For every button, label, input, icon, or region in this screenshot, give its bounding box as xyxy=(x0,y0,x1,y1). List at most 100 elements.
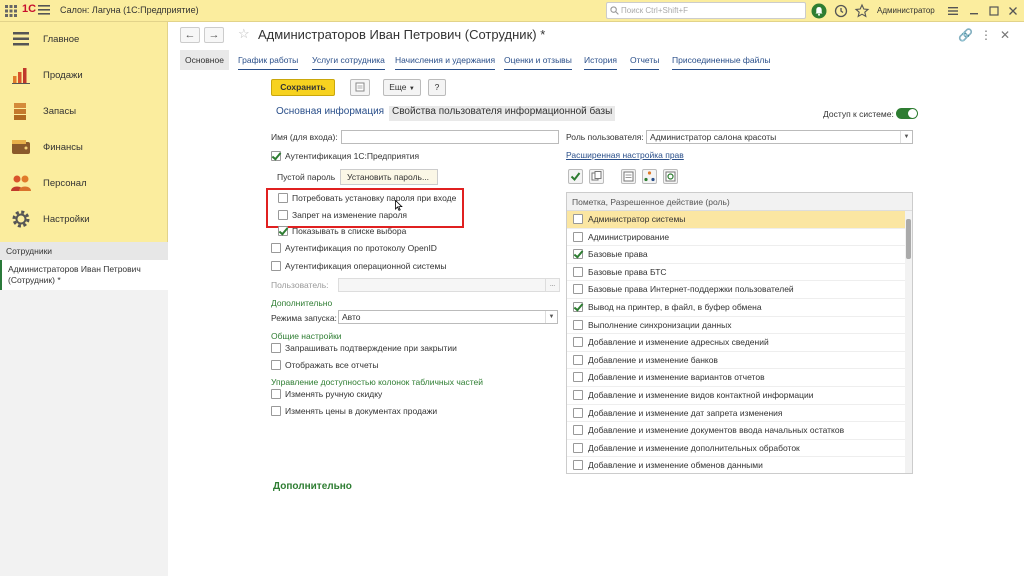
table-row[interactable]: Добавление и изменение документов ввода … xyxy=(567,422,905,440)
general-settings-title: Общие настройки xyxy=(271,331,342,341)
menu-lines-icon xyxy=(13,32,29,46)
check-all-button[interactable] xyxy=(568,169,583,184)
refresh-button[interactable] xyxy=(663,169,678,184)
list-button[interactable] xyxy=(621,169,636,184)
more-vertical-icon[interactable]: ⋮ xyxy=(980,28,992,42)
row-checkbox[interactable] xyxy=(573,249,583,260)
auth-openid-checkbox[interactable] xyxy=(271,243,281,253)
table-row[interactable]: Выполнение синхронизации данных xyxy=(567,317,905,335)
sidebar-item-finance[interactable]: Финансы xyxy=(0,130,168,164)
change-prices-checkbox[interactable] xyxy=(271,406,281,416)
require-password-checkbox[interactable] xyxy=(278,193,288,203)
restore-icon[interactable] xyxy=(986,3,1002,19)
table-row[interactable]: Базовые права Интернет-поддержки пользов… xyxy=(567,281,905,299)
auth-os-checkbox[interactable] xyxy=(271,261,281,271)
close-document-icon[interactable]: ✕ xyxy=(1000,28,1010,42)
hamburger-menu-icon[interactable] xyxy=(38,5,50,15)
table-row[interactable]: Добавление и изменение адресных сведений xyxy=(567,334,905,352)
auth-1c-checkbox[interactable] xyxy=(271,151,281,161)
login-input[interactable] xyxy=(341,130,559,144)
table-row[interactable]: Вывод на принтер, в файл, в буфер обмена xyxy=(567,299,905,317)
minimize-icon[interactable] xyxy=(966,3,982,19)
forward-button[interactable]: → xyxy=(204,27,224,43)
tab-services[interactable]: Услуги сотрудника xyxy=(312,50,385,70)
open-document-item[interactable]: Администраторов Иван Петрович (Сотрудник… xyxy=(0,260,168,290)
access-toggle[interactable] xyxy=(896,108,918,119)
tab-history[interactable]: История xyxy=(584,50,617,70)
row-checkbox[interactable] xyxy=(573,266,583,277)
role-select[interactable]: Администратор салона красоты ▼ xyxy=(646,130,913,144)
row-checkbox[interactable] xyxy=(573,442,583,453)
show-in-list-checkbox[interactable] xyxy=(278,226,288,236)
sidebar-item-personnel[interactable]: Персонал xyxy=(0,166,168,200)
row-checkbox[interactable] xyxy=(573,319,583,330)
table-row[interactable]: Базовые права БТС xyxy=(567,264,905,282)
row-checkbox[interactable] xyxy=(573,302,583,312)
sidebar-item-main[interactable]: Главное xyxy=(0,22,168,56)
table-row[interactable]: Администрирование xyxy=(567,229,905,247)
row-label: Добавление и изменение дат запрета измен… xyxy=(588,407,783,418)
user-select-button[interactable]: ... xyxy=(545,279,559,291)
tab-reviews[interactable]: Оценки и отзывы xyxy=(504,50,572,70)
table-row[interactable]: Базовые права xyxy=(567,246,905,264)
form-button[interactable] xyxy=(350,79,370,96)
table-row[interactable]: Добавление и изменение дат запрета измен… xyxy=(567,405,905,423)
history-icon[interactable] xyxy=(833,3,849,19)
row-checkbox[interactable] xyxy=(573,231,583,242)
more-button[interactable]: Еще ▼ xyxy=(383,79,421,96)
subtab-main-info[interactable]: Основная информация xyxy=(276,106,384,121)
row-checkbox[interactable] xyxy=(573,390,583,400)
uncheck-all-button[interactable] xyxy=(589,169,604,184)
set-password-button[interactable]: Установить пароль... xyxy=(340,169,438,185)
notification-bell-icon[interactable] xyxy=(811,3,827,19)
help-button[interactable]: ? xyxy=(428,79,446,96)
tab-main[interactable]: Основное xyxy=(180,50,229,70)
advanced-rights-link[interactable]: Расширенная настройка прав xyxy=(566,150,684,160)
tab-payroll[interactable]: Начисления и удержания xyxy=(395,50,496,70)
manual-discount-checkbox[interactable] xyxy=(271,389,281,399)
table-row[interactable]: Добавление и изменение вариантов отчетов xyxy=(567,369,905,387)
row-checkbox[interactable] xyxy=(573,354,583,365)
close-icon[interactable] xyxy=(1005,3,1021,19)
subtab-user-properties[interactable]: Свойства пользователя информационной баз… xyxy=(389,106,616,121)
current-user[interactable]: Администратор xyxy=(877,6,935,15)
favorite-star-icon[interactable]: ☆ xyxy=(238,26,250,42)
row-checkbox[interactable] xyxy=(573,460,583,471)
sidebar-item-sales[interactable]: Продажи xyxy=(0,58,168,92)
chevron-down-icon: ▼ xyxy=(545,311,557,323)
table-row[interactable]: Добавление и изменение дополнительных об… xyxy=(567,440,905,458)
back-button[interactable]: ← xyxy=(180,27,200,43)
forbid-password-change-checkbox[interactable] xyxy=(278,210,288,220)
sidebar-item-settings[interactable]: Настройки xyxy=(0,202,168,236)
row-checkbox[interactable] xyxy=(573,337,583,348)
apps-grid-icon[interactable] xyxy=(4,4,18,18)
show-all-reports-checkbox[interactable] xyxy=(271,360,281,370)
row-checkbox[interactable] xyxy=(573,372,583,383)
bottom-additional-link[interactable]: Дополнительно xyxy=(273,481,352,492)
table-row[interactable]: Добавление и изменение обменов данными xyxy=(567,457,905,473)
favorites-star-icon[interactable] xyxy=(854,3,870,19)
settings-lines-icon[interactable] xyxy=(945,3,961,19)
tab-reports[interactable]: Отчеты xyxy=(630,50,660,70)
wallet-icon xyxy=(12,140,30,154)
row-checkbox[interactable] xyxy=(573,284,583,295)
search-input[interactable]: Поиск Ctrl+Shift+F xyxy=(606,2,806,19)
confirm-close-checkbox[interactable] xyxy=(271,343,281,353)
scrollbar-thumb[interactable] xyxy=(906,219,911,259)
tab-attached-files[interactable]: Присоединенные файлы xyxy=(672,50,771,70)
row-checkbox[interactable] xyxy=(573,425,583,436)
table-row[interactable]: Добавление и изменение видов контактной … xyxy=(567,387,905,405)
launch-mode-select[interactable]: Авто ▼ xyxy=(338,310,558,324)
link-icon[interactable]: 🔗 xyxy=(958,28,973,42)
table-scrollbar[interactable] xyxy=(905,211,912,473)
tab-schedule[interactable]: График работы xyxy=(238,50,299,70)
table-row[interactable]: Добавление и изменение банков xyxy=(567,352,905,370)
row-checkbox[interactable] xyxy=(573,407,583,418)
table-row[interactable]: Администратор системы xyxy=(567,211,905,229)
boxes-icon xyxy=(14,103,26,120)
hierarchy-button[interactable] xyxy=(642,169,657,184)
save-button[interactable]: Сохранить xyxy=(271,79,335,96)
row-checkbox[interactable] xyxy=(573,214,583,224)
user-input[interactable]: ... xyxy=(338,278,560,292)
sidebar-item-stock[interactable]: Запасы xyxy=(0,94,168,128)
